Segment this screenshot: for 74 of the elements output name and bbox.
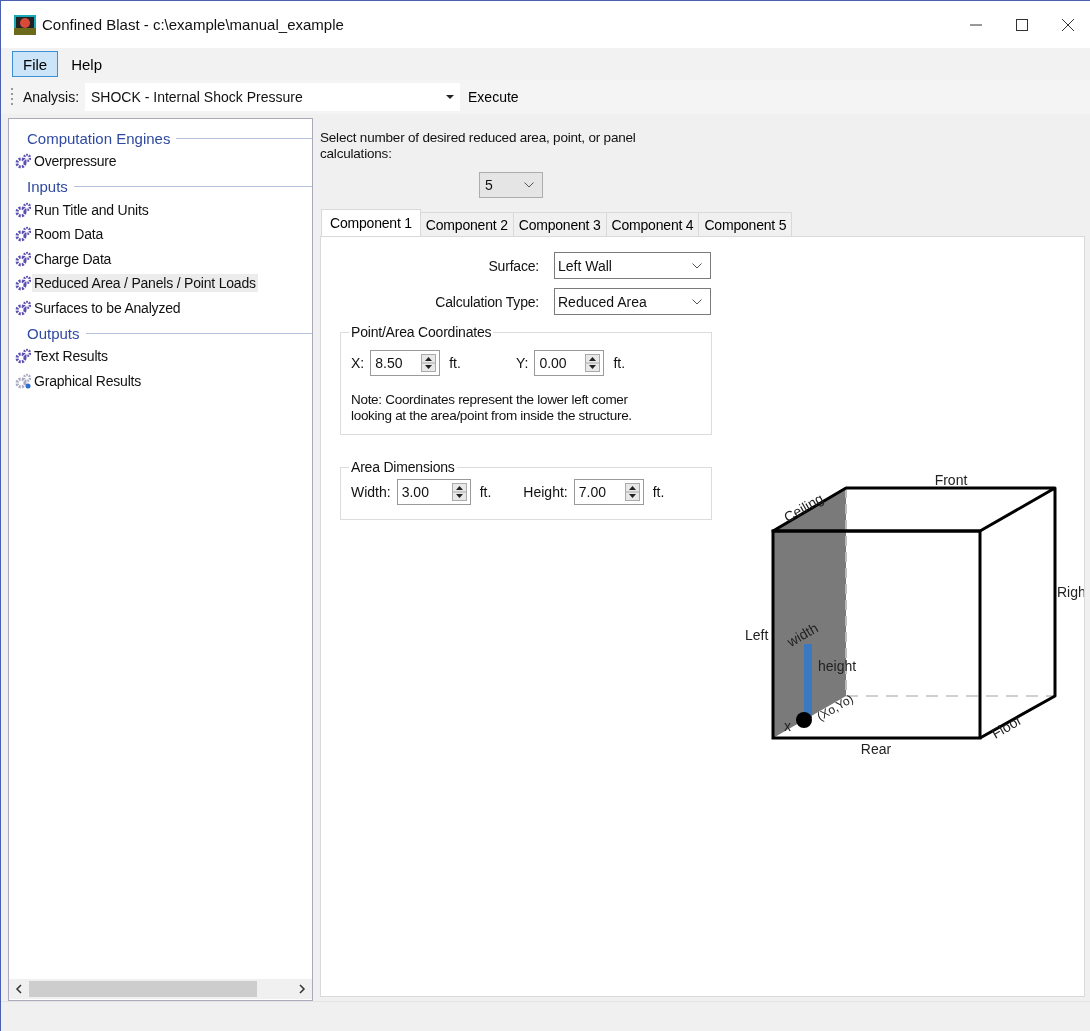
sidebar-item[interactable]: Graphical Results bbox=[32, 371, 144, 390]
number-field[interactable]: 7.00 bbox=[573, 479, 644, 505]
prompt-text: Select number of desired reduced area, point, or panel calculations: bbox=[320, 130, 637, 162]
tab[interactable]: Component 4 bbox=[605, 212, 700, 236]
group-title: Point/Area Coordinates bbox=[350, 324, 493, 340]
sidebar-item[interactable]: Room Data bbox=[32, 225, 105, 244]
diagram-label: Front bbox=[934, 472, 968, 488]
spinner-arrows-icon bbox=[451, 483, 467, 501]
calculation-type-dropdown[interactable]: Reduced Area bbox=[554, 288, 711, 315]
maximize-icon bbox=[1015, 18, 1028, 31]
unit-label: ft. bbox=[613, 355, 626, 371]
sidebar-item[interactable]: Surfaces to be Analyzed bbox=[32, 298, 183, 317]
scroll-right-icon bbox=[298, 984, 306, 994]
diagram-label: Floor bbox=[988, 711, 1025, 742]
scrollbar-thumb[interactable] bbox=[29, 981, 257, 997]
group-title: Area Dimensions bbox=[350, 459, 456, 475]
number-field[interactable]: 8.50 bbox=[370, 350, 441, 376]
group-header: Computation Engines bbox=[27, 129, 171, 147]
gears-icon bbox=[15, 226, 31, 243]
unit-label: ft. bbox=[479, 484, 492, 500]
gears-icon bbox=[15, 275, 31, 292]
spinner-arrows-icon bbox=[624, 483, 640, 501]
close-icon bbox=[1061, 18, 1074, 31]
gears-icon bbox=[15, 348, 31, 365]
surface-dropdown[interactable]: Left Wall bbox=[554, 252, 711, 279]
origin-marker bbox=[796, 712, 812, 728]
sidebar-item[interactable]: Charge Data bbox=[32, 249, 114, 268]
gears-icon bbox=[15, 250, 31, 267]
sidebar-item[interactable]: Overpressure bbox=[32, 152, 119, 171]
scroll-left-icon bbox=[15, 984, 23, 994]
execute-button[interactable]: Execute bbox=[462, 87, 525, 107]
field-label: Height: bbox=[523, 484, 568, 500]
diagram-label: Left bbox=[745, 627, 769, 643]
chevron-down-icon bbox=[692, 262, 702, 269]
chevron-down-icon bbox=[524, 182, 534, 188]
app-icon bbox=[14, 14, 36, 35]
tab[interactable]: Component 3 bbox=[512, 212, 607, 236]
field-label: Surface: bbox=[487, 257, 539, 274]
spinner-arrows-icon bbox=[585, 354, 601, 372]
menu-item[interactable]: File bbox=[12, 51, 59, 77]
diagram-label: Rear bbox=[860, 741, 892, 757]
tab[interactable]: Component 5 bbox=[698, 212, 793, 236]
sidebar-item[interactable]: Text Results bbox=[32, 347, 110, 366]
group-header: Inputs bbox=[27, 178, 68, 195]
gears-icon bbox=[15, 201, 31, 218]
sidebar-item[interactable]: Reduced Area / Panels / Point Loads bbox=[32, 274, 258, 293]
unit-label: ft. bbox=[652, 484, 665, 500]
menu-item[interactable]: Help bbox=[60, 51, 114, 77]
diagram-label: width bbox=[784, 619, 821, 650]
diagram-label: x bbox=[784, 718, 791, 734]
chevron-down-icon bbox=[692, 298, 702, 305]
spinner-arrows-icon bbox=[421, 354, 437, 372]
toolbar-grip-icon bbox=[11, 87, 14, 107]
gears-icon bbox=[15, 299, 31, 316]
analysis-dropdown[interactable]: SHOCK - Internal Shock Pressure bbox=[85, 83, 461, 111]
field-label: Width: bbox=[351, 484, 391, 500]
window-title: Confined Blast - c:\example\manual_example bbox=[42, 16, 344, 33]
analysis-label: Analysis: bbox=[23, 89, 80, 105]
sidebar-item[interactable]: Run Title and Units bbox=[32, 200, 151, 219]
tab[interactable]: Component 2 bbox=[419, 212, 514, 236]
field-label: Y: bbox=[515, 355, 529, 371]
field-label: X: bbox=[351, 355, 365, 371]
field-label: Calculation Type: bbox=[434, 293, 539, 310]
group-header: Outputs bbox=[27, 324, 80, 342]
dropdown-arrow-icon bbox=[446, 95, 455, 99]
gears-icon bbox=[15, 153, 31, 170]
tab[interactable]: Component 1 bbox=[321, 209, 421, 236]
gears-help-icon bbox=[15, 372, 31, 389]
number-field[interactable]: 0.00 bbox=[534, 350, 605, 376]
count-dropdown[interactable]: 5 bbox=[479, 172, 543, 198]
number-field[interactable]: 3.00 bbox=[396, 479, 471, 505]
horizontal-scrollbar[interactable] bbox=[9, 979, 312, 999]
note-text: Note: Coordinates represent the lower left comer looking at the area/point from inside the structure. bbox=[351, 392, 633, 424]
unit-label: ft. bbox=[449, 355, 461, 371]
